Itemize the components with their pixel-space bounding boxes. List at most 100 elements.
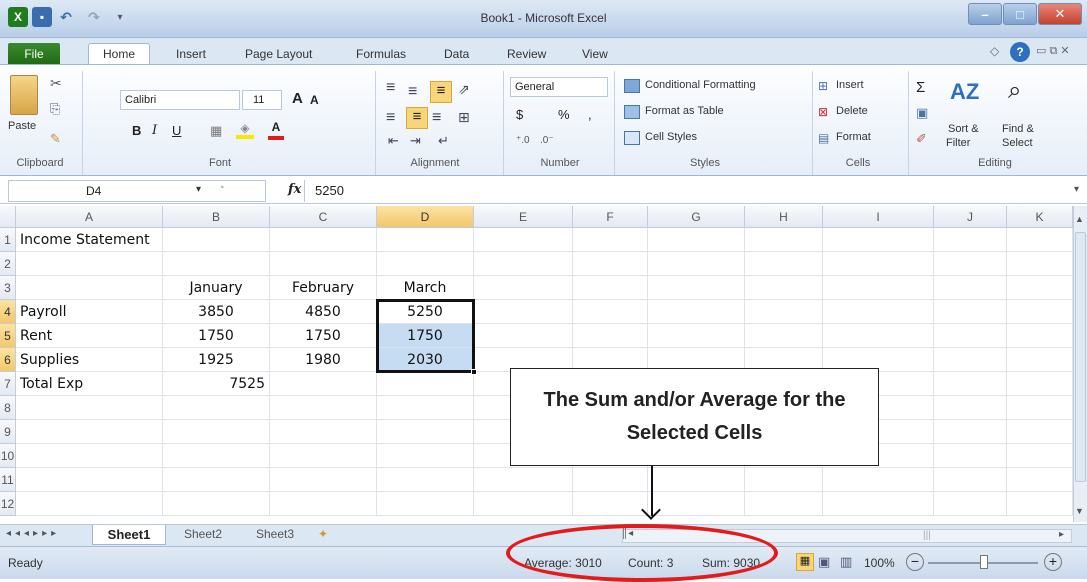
tab-data[interactable]: Data xyxy=(432,43,481,64)
cell-d2[interactable] xyxy=(377,252,474,276)
row-header-9[interactable]: 9 xyxy=(0,420,16,444)
scroll-right-icon[interactable]: ▸ xyxy=(1059,529,1064,540)
comma-style-button[interactable]: , xyxy=(588,107,592,122)
cell-c11[interactable] xyxy=(270,468,377,492)
percent-style-button[interactable]: % xyxy=(558,107,570,122)
merge-center-icon[interactable]: ⊞ xyxy=(458,109,470,126)
cell-h11[interactable] xyxy=(745,468,823,492)
cell-a7[interactable]: Total Exp xyxy=(16,372,163,396)
zoom-slider-thumb[interactable] xyxy=(980,555,988,569)
row-header-8[interactable]: 8 xyxy=(0,396,16,420)
column-header-d[interactable]: D xyxy=(377,206,474,228)
cell-k2[interactable] xyxy=(1007,252,1073,276)
cell-b4[interactable]: 3850 xyxy=(163,300,270,324)
cell-f1[interactable] xyxy=(573,228,648,252)
cell-e2[interactable] xyxy=(474,252,573,276)
sheet-tab-sheet3[interactable]: Sheet3 xyxy=(240,527,310,545)
row-header-10[interactable]: 10 xyxy=(0,444,16,468)
cell-h1[interactable] xyxy=(745,228,823,252)
cell-styles-button[interactable]: Cell Styles xyxy=(645,131,697,143)
accounting-format-button[interactable]: $ xyxy=(516,107,523,122)
cell-d1[interactable] xyxy=(377,228,474,252)
cell-a8[interactable] xyxy=(16,396,163,420)
cell-g2[interactable] xyxy=(648,252,745,276)
align-right-icon[interactable]: ≡ xyxy=(432,109,441,127)
cell-b12[interactable] xyxy=(163,492,270,516)
delete-cells-button[interactable]: Delete xyxy=(836,105,868,117)
cell-c4[interactable]: 4850 xyxy=(270,300,377,324)
cell-a4[interactable]: Payroll xyxy=(16,300,163,324)
copy-icon[interactable]: ⎘ xyxy=(50,101,60,117)
cell-f2[interactable] xyxy=(573,252,648,276)
tab-page-layout[interactable]: Page Layout xyxy=(233,43,324,64)
find-select-label-1[interactable]: Find & xyxy=(1002,123,1034,135)
align-center-icon[interactable]: ≡ xyxy=(406,107,428,129)
insert-sheet-icon[interactable]: ✦ xyxy=(318,527,328,541)
cell-g1[interactable] xyxy=(648,228,745,252)
tab-view[interactable]: View xyxy=(570,43,620,64)
cell-k7[interactable] xyxy=(1007,372,1073,396)
cell-d8[interactable] xyxy=(377,396,474,420)
fill-color-icon[interactable]: ◈ xyxy=(236,121,254,139)
font-size-select[interactable]: 11 xyxy=(242,90,282,110)
cell-g4[interactable] xyxy=(648,300,745,324)
normal-view-icon[interactable]: ▦ xyxy=(796,553,814,571)
align-left-icon[interactable]: ≡ xyxy=(386,109,395,127)
cell-a6[interactable]: Supplies xyxy=(16,348,163,372)
cell-e5[interactable] xyxy=(474,324,573,348)
page-layout-view-icon[interactable]: ▣ xyxy=(818,554,830,570)
cell-b2[interactable] xyxy=(163,252,270,276)
cell-g5[interactable] xyxy=(648,324,745,348)
cell-f3[interactable] xyxy=(573,276,648,300)
sort-filter-label-1[interactable]: Sort & xyxy=(948,123,979,135)
tab-insert[interactable]: Insert xyxy=(164,43,218,64)
cell-k3[interactable] xyxy=(1007,276,1073,300)
align-middle-icon[interactable]: ≡ xyxy=(408,83,417,101)
column-header-k[interactable]: K xyxy=(1007,206,1073,228)
row-header-4[interactable]: 4 xyxy=(0,300,16,324)
cell-b3[interactable]: January xyxy=(163,276,270,300)
row-header-1[interactable]: 1 xyxy=(0,228,16,252)
scroll-thumb-grip[interactable]: ||| xyxy=(923,530,931,541)
maximize-button[interactable]: □ xyxy=(1003,3,1037,25)
cell-j9[interactable] xyxy=(934,420,1007,444)
align-top-icon[interactable]: ≡ xyxy=(386,79,395,97)
zoom-out-icon[interactable]: − xyxy=(906,553,924,571)
cell-c10[interactable] xyxy=(270,444,377,468)
row-header-3[interactable]: 3 xyxy=(0,276,16,300)
cell-b7[interactable]: 7525 xyxy=(163,372,270,396)
column-header-i[interactable]: I xyxy=(823,206,934,228)
cell-i2[interactable] xyxy=(823,252,934,276)
cell-h12[interactable] xyxy=(745,492,823,516)
zoom-level[interactable]: 100% xyxy=(864,556,895,570)
cell-h3[interactable] xyxy=(745,276,823,300)
cell-d4[interactable]: 5250 xyxy=(377,300,474,324)
orientation-icon[interactable]: ⇗ xyxy=(458,81,470,98)
fill-icon[interactable]: ▣ xyxy=(916,105,928,121)
cell-j12[interactable] xyxy=(934,492,1007,516)
increase-decimal-icon[interactable]: ⁺.0 xyxy=(516,135,530,146)
sheet-tab-sheet2[interactable]: Sheet2 xyxy=(168,527,238,545)
cell-c1[interactable] xyxy=(270,228,377,252)
cell-h4[interactable] xyxy=(745,300,823,324)
cell-i1[interactable] xyxy=(823,228,934,252)
conditional-formatting-button[interactable]: Conditional Formatting xyxy=(645,79,756,91)
decrease-decimal-icon[interactable]: .0⁻ xyxy=(540,135,554,146)
cell-e12[interactable] xyxy=(474,492,573,516)
cell-b1[interactable] xyxy=(163,228,270,252)
find-select-label-2[interactable]: Select xyxy=(1002,137,1033,149)
name-box[interactable]: D4 xyxy=(8,180,266,202)
cell-d11[interactable] xyxy=(377,468,474,492)
paste-icon[interactable] xyxy=(10,75,38,115)
font-color-icon[interactable]: A xyxy=(268,120,284,140)
cell-b5[interactable]: 1750 xyxy=(163,324,270,348)
cell-a9[interactable] xyxy=(16,420,163,444)
align-bottom-icon[interactable]: ≡ xyxy=(430,81,452,103)
minimize-button[interactable]: – xyxy=(968,3,1002,25)
cell-i4[interactable] xyxy=(823,300,934,324)
cell-j6[interactable] xyxy=(934,348,1007,372)
decrease-indent-icon[interactable]: ⇤ xyxy=(388,133,399,149)
cell-b10[interactable] xyxy=(163,444,270,468)
cell-j10[interactable] xyxy=(934,444,1007,468)
cell-j1[interactable] xyxy=(934,228,1007,252)
